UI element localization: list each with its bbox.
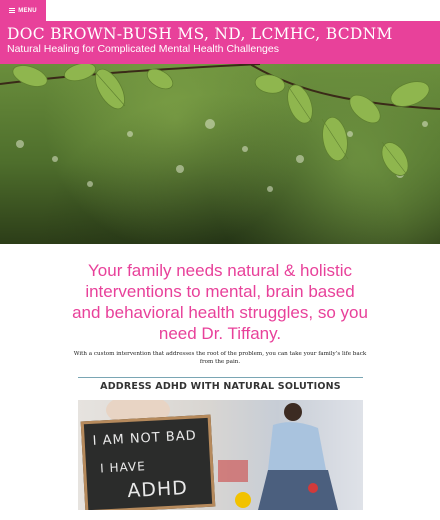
site-title[interactable]: DOC BROWN-BUSH MS, ND, LCMHC, BCDNM (7, 26, 433, 42)
hero-image (0, 64, 440, 244)
chalkboard-text: ADHD (126, 476, 189, 503)
site-tagline: Natural Healing for Complicated Mental H… (7, 43, 279, 55)
hero-subtext: With a custom intervention that addresse… (73, 351, 367, 365)
chalkboard: I AM NOT BAD I HAVE ADHD (80, 414, 216, 510)
section-divider (78, 377, 363, 378)
adhd-photo: I AM NOT BAD I HAVE ADHD (78, 400, 363, 510)
chalkboard-text: I HAVE (99, 459, 147, 476)
section-heading-adhd[interactable]: ADDRESS ADHD WITH NATURAL SOLUTIONS (78, 381, 363, 392)
menu-label: MENU (18, 7, 37, 14)
hero-headline: Your family needs natural & holistic int… (72, 261, 368, 343)
leaves-illustration (0, 64, 440, 192)
menu-button[interactable]: MENU (0, 0, 46, 21)
chalkboard-text: I AM NOT BAD (92, 428, 198, 449)
site-header: DOC BROWN-BUSH MS, ND, LCMHC, BCDNM Natu… (0, 21, 440, 64)
hamburger-icon (9, 8, 16, 13)
